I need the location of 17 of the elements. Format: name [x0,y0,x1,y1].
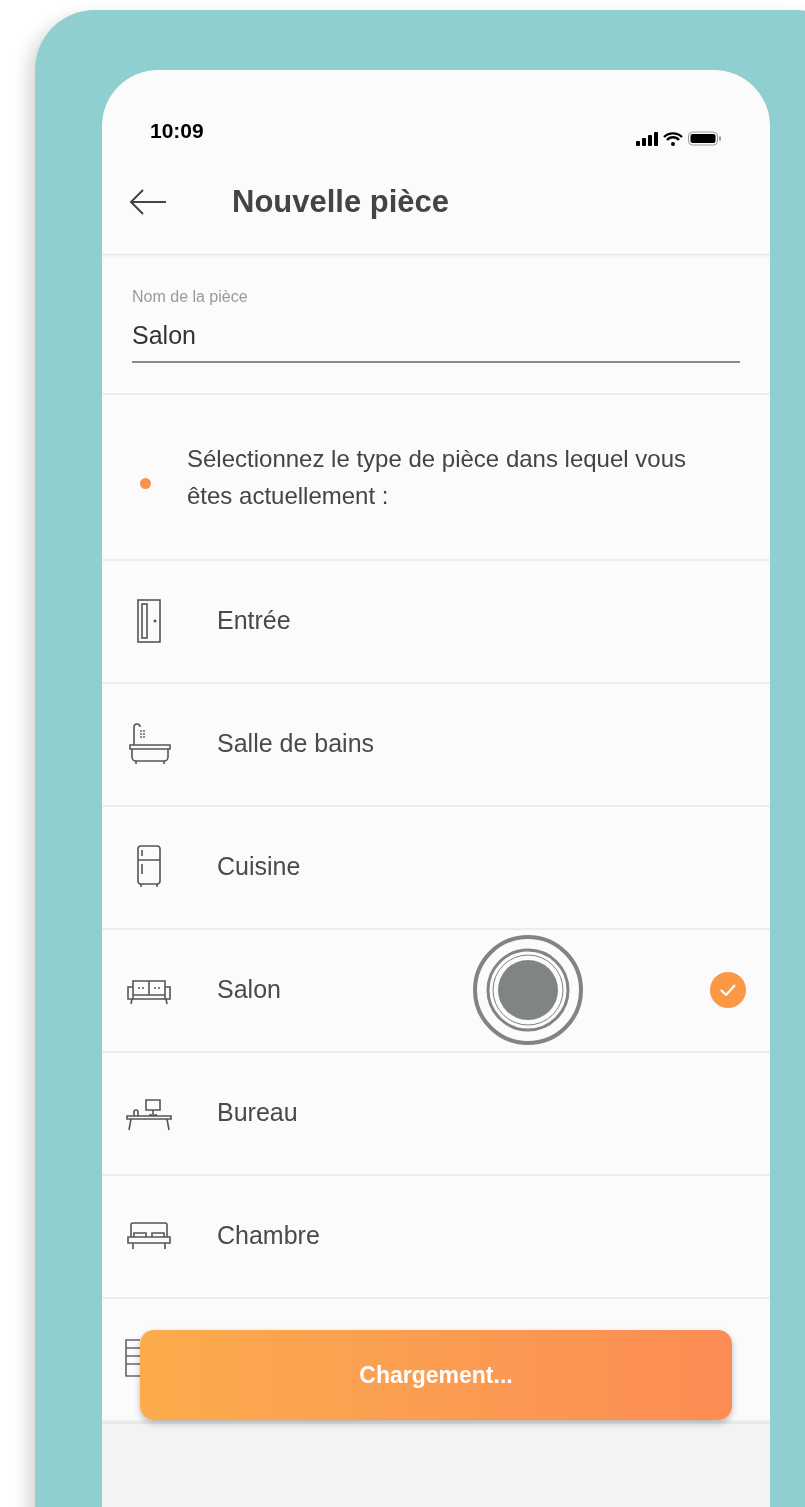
status-time: 10:09 [150,117,204,144]
back-button[interactable] [128,187,168,217]
room-type-label: Salon [217,974,281,1006]
page-title: Nouvelle pièce [232,182,450,221]
battery-icon [688,131,722,146]
room-type-label: Bureau [217,1097,298,1129]
back-arrow-icon [129,188,167,216]
room-name-field[interactable]: Salon [132,317,740,363]
room-type-label: Chambre [217,1220,320,1252]
wifi-icon [663,131,683,146]
room-type-label: Cuisine [217,851,301,883]
instruction-text: Sélectionnez le type de pièce dans lequel vous êtes actuellement : [187,443,687,511]
room-type-label: Salle de bains [217,728,375,760]
signal-icon [636,131,658,146]
field-label: Nom de la pièce [132,287,249,307]
room-type-label: Entrée [217,605,291,637]
selected-check-icon [710,972,746,1008]
